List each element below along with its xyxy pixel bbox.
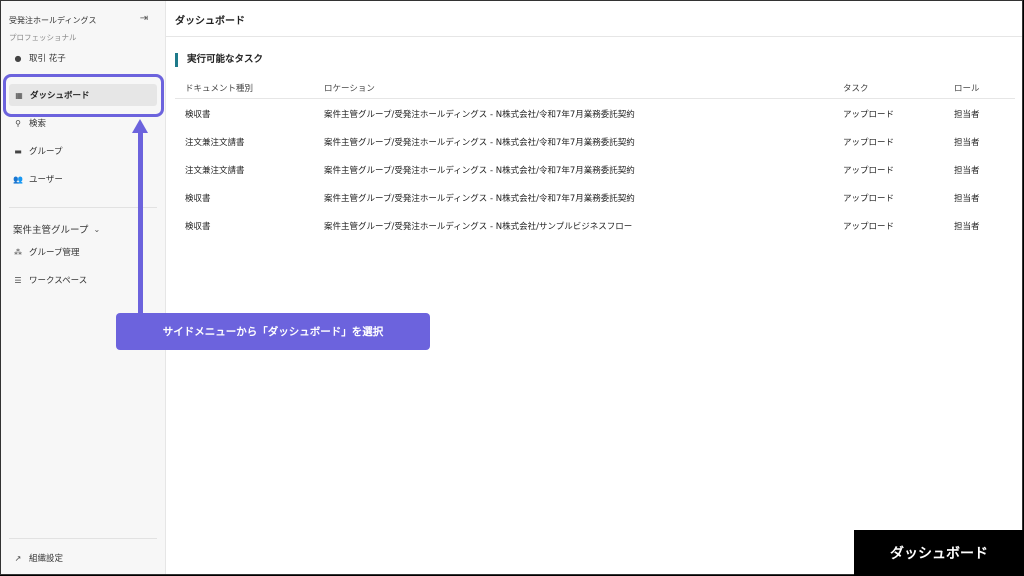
plan-label: プロフェッショナル: [9, 33, 77, 42]
column-header: ドキュメント種別: [185, 84, 254, 94]
logout-icon[interactable]: ⇥: [138, 13, 150, 25]
task-table: ドキュメント種別 ロケーション タスク ロール 検収書 案件主管グループ/受発注…: [175, 76, 1015, 239]
sidebar-item-label: グループ: [29, 147, 63, 157]
cell-document-type: 注文兼注文請書: [185, 166, 245, 176]
cell-document-type: 検収書: [185, 110, 211, 120]
cell-document-type: 検収書: [185, 222, 211, 232]
section-title: 実行可能なタスク: [175, 53, 263, 67]
sidebar-divider: [9, 207, 157, 208]
cell-task: アップロード: [843, 110, 895, 120]
table-row[interactable]: 注文兼注文請書 案件主管グループ/受発注ホールディングス - N株式会社/令和7…: [175, 127, 1015, 155]
app-window: 受発注ホールディングス プロフェッショナル ⇥ ● 取引 花子 ▦ ダッシュボー…: [0, 0, 1023, 575]
sidebar-item-label: 組織設定: [29, 554, 64, 564]
cell-task: アップロード: [843, 138, 895, 148]
external-link-icon: ↗: [14, 553, 22, 563]
cell-location: 案件主管グループ/受発注ホールディングス - N株式会社/令和7年7月業務委託契…: [324, 194, 635, 204]
group-header[interactable]: 案件主管グループ ⌄: [13, 222, 101, 237]
cell-role: 担当者: [954, 194, 980, 204]
table-row[interactable]: 検収書 案件主管グループ/受発注ホールディングス - N株式会社/サンプルビジネ…: [175, 211, 1015, 239]
cell-document-type: 注文兼注文請書: [185, 138, 245, 148]
cell-task: アップロード: [843, 166, 895, 176]
arrow-head: [132, 119, 148, 133]
sidebar-item-label: グループ管理: [29, 248, 80, 258]
folder-icon: ▬: [14, 146, 22, 156]
top-bar: ダッシュボード: [166, 1, 1022, 37]
cell-task: アップロード: [843, 194, 895, 204]
sidebar-item-label: ワークスペース: [29, 276, 88, 286]
table-row[interactable]: 検収書 案件主管グループ/受発注ホールディングス - N株式会社/令和7年7月業…: [175, 183, 1015, 211]
column-header: タスク: [843, 84, 869, 94]
sidebar-item-group-management[interactable]: ⁂ グループ管理: [13, 241, 80, 263]
step-badge: ダッシュボード: [854, 530, 1024, 576]
org-name: 受発注ホールディングス: [9, 16, 97, 25]
users-icon: 👥: [13, 174, 23, 184]
group-title: 案件主管グループ: [13, 225, 89, 236]
column-header: ロール: [954, 84, 980, 94]
cell-role: 担当者: [954, 110, 980, 120]
instruction-callout: サイドメニューから「ダッシュボード」を選択: [116, 313, 430, 350]
sidebar-item-workspace[interactable]: ☰ ワークスペース: [13, 269, 87, 291]
sidebar-item-users[interactable]: 👥 ユーザー: [13, 168, 63, 190]
cell-location: 案件主管グループ/受発注ホールディングス - N株式会社/サンプルビジネスフロー: [324, 222, 633, 232]
user-profile[interactable]: ● 取引 花子: [13, 47, 66, 69]
user-circle-icon: ●: [14, 53, 22, 63]
arrow-line: [138, 132, 143, 314]
cell-role: 担当者: [954, 166, 980, 176]
user-name: 取引 花子: [29, 54, 66, 64]
chevron-down-icon: ⌄: [93, 224, 101, 234]
sidebar-item-group[interactable]: ▬ グループ: [13, 140, 63, 162]
sidebar-item-org-settings[interactable]: ↗ 組織設定: [13, 547, 63, 569]
group-management-icon: ⁂: [14, 247, 22, 257]
cell-location: 案件主管グループ/受発注ホールディングス - N株式会社/令和7年7月業務委託契…: [324, 138, 635, 148]
list-icon: ☰: [14, 275, 22, 285]
highlight-box: [3, 74, 164, 117]
search-icon: ⚲: [15, 118, 21, 128]
cell-document-type: 検収書: [185, 194, 211, 204]
column-header: ロケーション: [324, 84, 375, 94]
cell-role: 担当者: [954, 222, 980, 232]
table-row[interactable]: 注文兼注文請書 案件主管グループ/受発注ホールディングス - N株式会社/令和7…: [175, 155, 1015, 183]
cell-task: アップロード: [843, 222, 895, 232]
sidebar-item-label: ユーザー: [29, 175, 63, 185]
cell-location: 案件主管グループ/受発注ホールディングス - N株式会社/令和7年7月業務委託契…: [324, 110, 635, 120]
table-header: ドキュメント種別 ロケーション タスク ロール: [175, 76, 1015, 99]
table-row[interactable]: 検収書 案件主管グループ/受発注ホールディングス - N株式会社/令和7年7月業…: [175, 99, 1015, 127]
cell-role: 担当者: [954, 138, 980, 148]
sidebar-divider: [9, 538, 157, 539]
sidebar-item-label: 検索: [29, 119, 47, 129]
cell-location: 案件主管グループ/受発注ホールディングス - N株式会社/令和7年7月業務委託契…: [324, 166, 635, 176]
page-title: ダッシュボード: [175, 16, 245, 27]
